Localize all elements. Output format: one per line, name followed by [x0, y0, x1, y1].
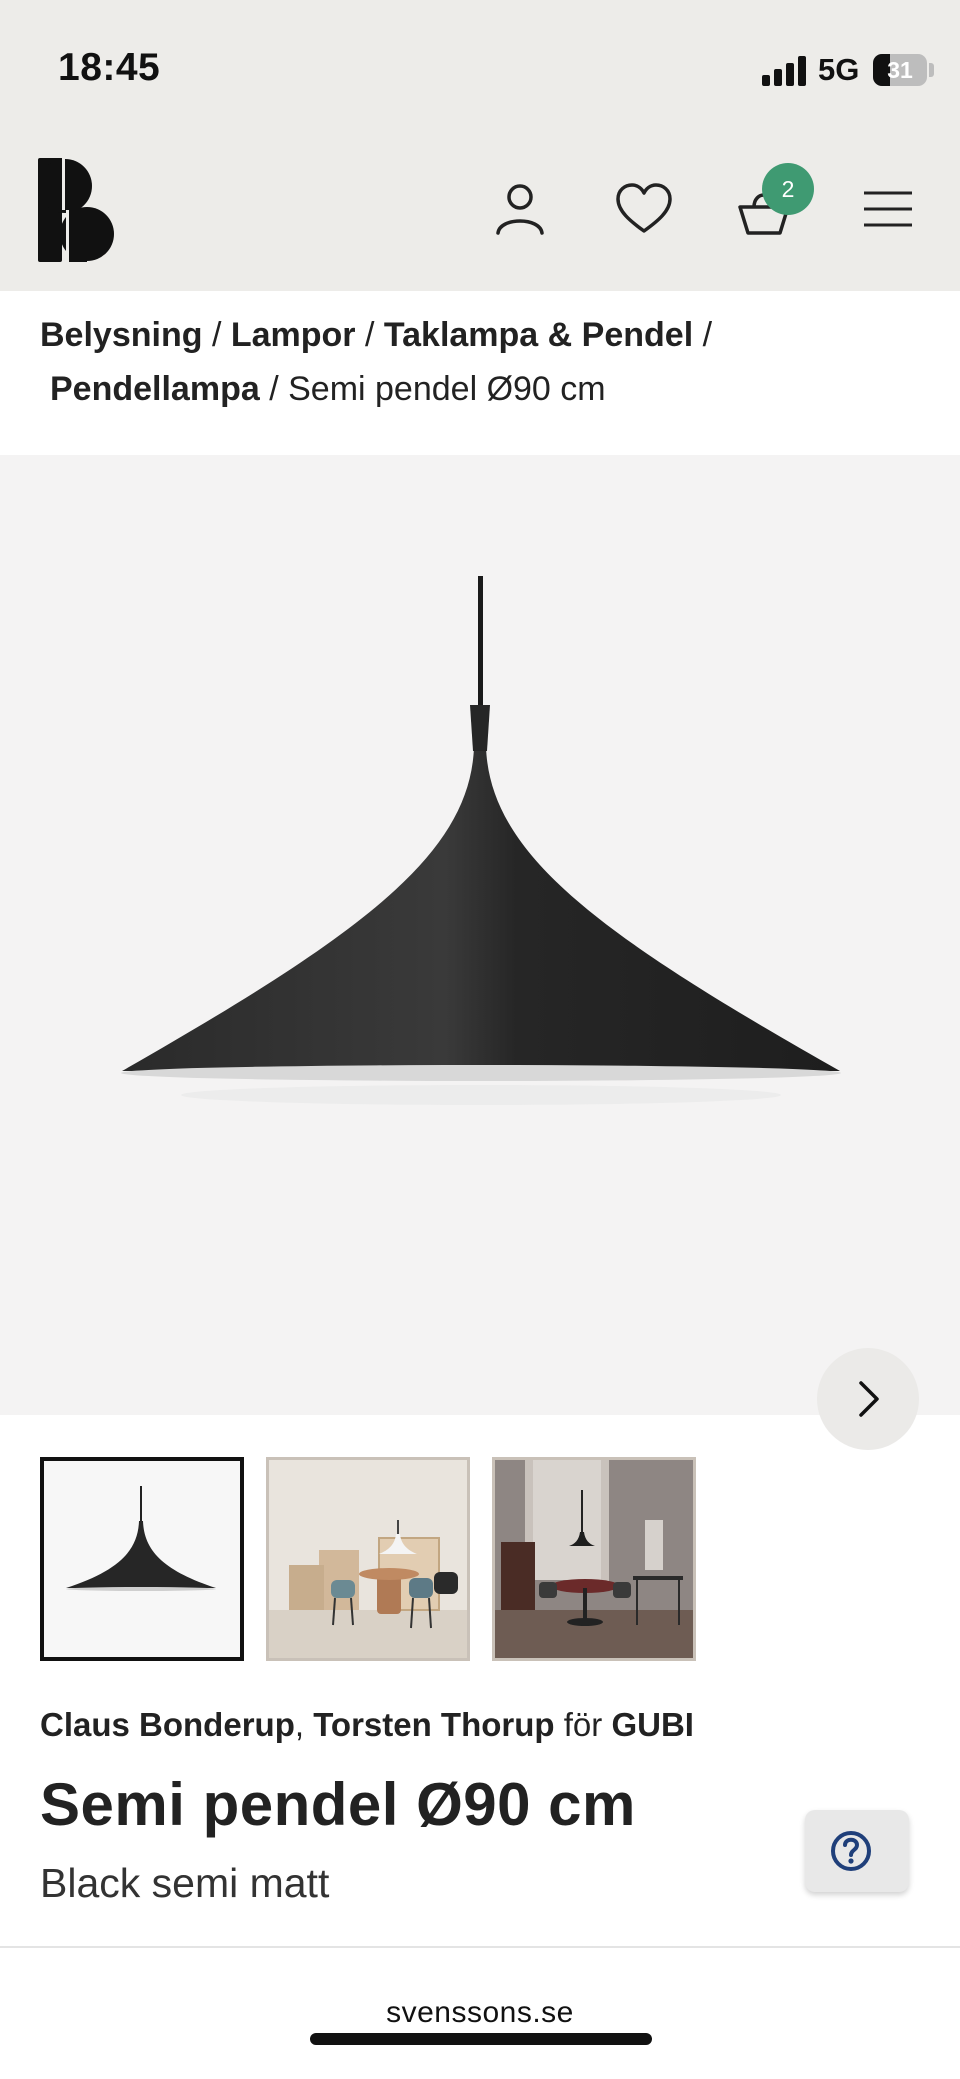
thumbnail-dining-room-light[interactable]: [266, 1457, 470, 1661]
chevron-right-icon: [859, 1381, 879, 1417]
menu-icon[interactable]: [856, 177, 920, 241]
address-url[interactable]: svenssons.se: [0, 1996, 960, 2030]
heart-icon[interactable]: [612, 177, 676, 241]
brand-link-gubi[interactable]: GUBI: [611, 1706, 694, 1743]
signal-icon: [762, 56, 808, 86]
pendant-lamp-image: [121, 576, 841, 1105]
thumbnail-interior-light-image: [269, 1460, 467, 1658]
designer-link-torsten-thorup[interactable]: Torsten Thorup: [313, 1706, 554, 1743]
product-designers: Claus Bonderup, Torsten Thorup för GUBI: [40, 1706, 694, 1744]
thumbnail-interior-dark-image: [495, 1460, 693, 1658]
status-time: 18:45: [58, 46, 161, 89]
user-icon[interactable]: [488, 177, 552, 241]
breadcrumb-item-taklampa-pendel[interactable]: Taklampa & Pendel: [384, 316, 693, 354]
breadcrumb-item-pendellampa[interactable]: Pendellampa: [50, 370, 260, 408]
help-button[interactable]: [805, 1810, 909, 1892]
for-label: för: [563, 1706, 603, 1743]
breadcrumb-separator: /: [364, 316, 375, 354]
network-type: 5G: [818, 52, 860, 87]
breadcrumb-current: Semi pendel Ø90 cm: [288, 370, 606, 408]
next-image-button[interactable]: [817, 1348, 919, 1450]
breadcrumb-separator: /: [702, 316, 713, 354]
battery-tip: [929, 63, 934, 77]
browser-address-bar[interactable]: svenssons.se: [0, 1946, 960, 2079]
breadcrumb: Belysning / Lampor / Taklampa & Pendel /…: [40, 308, 920, 416]
help-icon: [831, 1831, 871, 1871]
product-title: Semi pendel Ø90 cm: [40, 1771, 636, 1838]
breadcrumb-item-lampor[interactable]: Lampor: [231, 316, 356, 354]
designer-link-claus-bonderup[interactable]: Claus Bonderup: [40, 1706, 295, 1743]
status-bar: 18:45 5G 31: [0, 0, 960, 125]
site-header: 2: [0, 125, 960, 291]
product-variant: Black semi matt: [40, 1860, 330, 1906]
product-image[interactable]: [0, 455, 960, 1450]
breadcrumb-item-belysning[interactable]: Belysning: [40, 316, 202, 354]
breadcrumb-separator: /: [269, 370, 279, 408]
thumbnail-lamp-product[interactable]: [40, 1457, 244, 1661]
designer-separator: ,: [294, 1706, 305, 1743]
battery-percent: 31: [887, 57, 913, 83]
home-indicator[interactable]: [310, 2033, 652, 2045]
battery-icon: 31: [873, 54, 927, 86]
thumbnail-lamp-image: [44, 1461, 240, 1657]
thumbnail-dining-room-dark[interactable]: [492, 1457, 696, 1661]
svenssons-logo-icon[interactable]: [38, 158, 114, 262]
breadcrumb-separator: /: [211, 316, 222, 354]
cart-count-badge[interactable]: 2: [762, 163, 814, 215]
